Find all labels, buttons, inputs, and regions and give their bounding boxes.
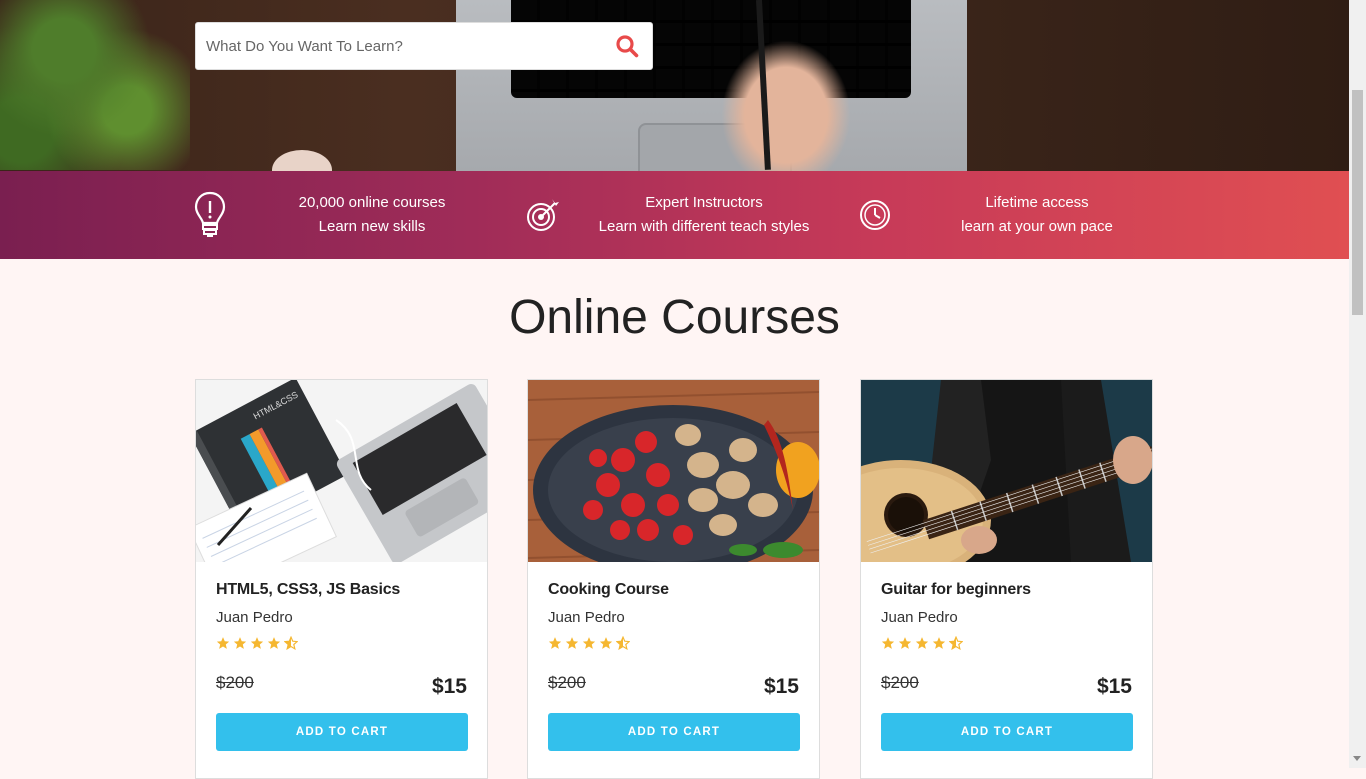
feature-line2: Learn with different teach styles [598,218,810,235]
add-to-cart-button[interactable]: ADD TO CART [548,713,800,751]
features-strip: 20,000 online courses Learn new skills E… [0,171,1349,259]
feature-line1: Lifetime access [985,194,1089,211]
hand-image [721,40,851,171]
star-icon [216,637,230,649]
star-half-icon [949,636,963,650]
feature-line2: learn at your own pace [961,218,1113,235]
lightbulb-icon [190,190,230,240]
old-price: $200 [216,673,254,692]
feature-instructors-text: Expert Instructors Learn with different … [564,191,844,239]
feature-courses-text: 20,000 online courses Learn new skills [247,191,497,239]
star-icon [548,637,562,649]
course-title[interactable]: Cooking Course [548,581,669,599]
course-image-cooking [528,380,819,562]
search-input[interactable] [196,23,602,69]
course-card[interactable]: Guitar for beginners Juan Pedro $200 $15… [860,379,1153,779]
star-icon [250,637,264,649]
star-icon [915,637,929,649]
rating-stars [216,636,298,650]
add-to-cart-button[interactable]: ADD TO CART [216,713,468,751]
course-card[interactable]: Cooking Course Juan Pedro $200 $15 ADD T… [527,379,820,779]
clock-icon [855,190,895,240]
add-to-cart-button[interactable]: ADD TO CART [881,713,1133,751]
current-price: $15 [763,675,799,698]
star-icon [565,637,579,649]
current-price: $15 [431,675,467,698]
star-icon [932,637,946,649]
search-icon [616,35,639,58]
course-author: Juan Pedro [548,609,625,626]
feature-line1: 20,000 online courses [298,194,446,211]
feature-access-text: Lifetime access learn at your own pace [897,191,1177,239]
search-bar [195,22,653,70]
page-scrollbar[interactable] [1349,0,1366,768]
feature-line1: Expert Instructors [645,194,763,211]
star-icon [233,637,247,649]
course-author: Juan Pedro [881,609,958,626]
target-icon [522,190,562,240]
feature-access: Lifetime access learn at your own pace [855,171,1177,259]
scrollbar-thumb[interactable] [1352,90,1363,315]
rating-stars [548,636,630,650]
star-icon [881,637,895,649]
feature-courses: 20,000 online courses Learn new skills [190,171,497,259]
section-title: Online Courses [509,291,840,344]
course-card[interactable]: HTML&CSS HTML5, CSS3, JS Basics Juan Ped… [195,379,488,779]
feature-line2: Learn new skills [318,218,426,235]
plant-image [0,0,190,170]
course-title[interactable]: Guitar for beginners [881,581,1031,599]
star-icon [267,637,281,649]
scroll-down-arrow-icon[interactable] [1353,756,1361,761]
course-author: Juan Pedro [216,609,293,626]
cup-image [272,150,332,171]
search-button[interactable] [602,23,652,69]
course-image-html: HTML&CSS [196,380,487,562]
star-icon [898,637,912,649]
star-icon [599,637,613,649]
hero-banner [0,0,1349,171]
course-title[interactable]: HTML5, CSS3, JS Basics [216,581,400,599]
current-price: $15 [1096,675,1132,698]
rating-stars [881,636,963,650]
old-price: $200 [548,673,586,692]
star-half-icon [284,636,298,650]
star-half-icon [616,636,630,650]
old-price: $200 [881,673,919,692]
star-icon [582,637,596,649]
course-image-guitar [861,380,1152,562]
feature-instructors: Expert Instructors Learn with different … [522,171,844,259]
